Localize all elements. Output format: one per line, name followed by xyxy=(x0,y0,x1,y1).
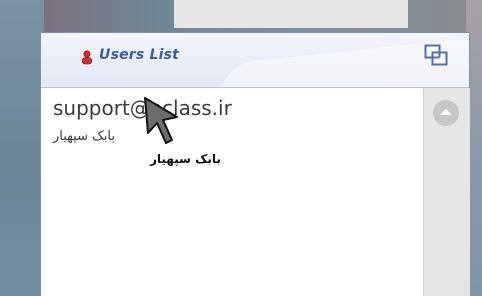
user-icon xyxy=(81,50,93,65)
restore-window-button[interactable] xyxy=(423,43,449,67)
background-slab xyxy=(174,0,408,28)
panel-title: Users List xyxy=(99,47,180,63)
background-left xyxy=(0,0,44,296)
desktop: Users List support@oclass.ir بابک سپهیار… xyxy=(0,0,482,296)
user-name[interactable]: بابک سپهیار xyxy=(53,129,115,144)
users-list-panel: Users List support@oclass.ir بابک سپهیار xyxy=(40,32,470,296)
pointer-label: بابک سپهیار xyxy=(150,152,221,166)
scroll-up-icon[interactable] xyxy=(433,100,459,126)
panel-body: support@oclass.ir بابک سپهیار xyxy=(41,88,470,296)
panel-header: Users List xyxy=(41,33,469,88)
mouse-pointer-icon xyxy=(144,97,178,144)
